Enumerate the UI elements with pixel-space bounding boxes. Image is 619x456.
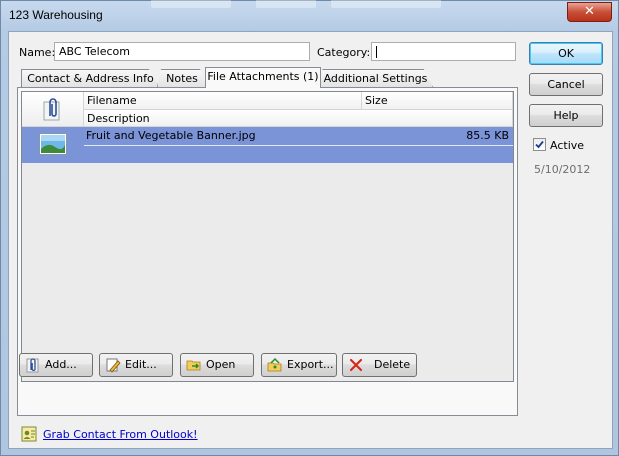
tab-contact-address[interactable]: Contact & Address Info: [21, 69, 160, 87]
open-button[interactable]: Open: [180, 353, 254, 377]
image-icon: [39, 133, 67, 155]
export-icon: [267, 357, 282, 372]
open-label: Open: [206, 358, 236, 371]
open-folder-icon: [186, 360, 201, 371]
size-cell: 85.5 KB: [466, 129, 509, 142]
add-label: Add...: [45, 358, 77, 371]
name-label: Name:: [19, 46, 56, 59]
export-label: Export...: [287, 358, 334, 371]
export-button[interactable]: Export...: [261, 353, 337, 377]
tab-notes[interactable]: Notes: [157, 69, 207, 87]
outlook-contact-icon[interactable]: [21, 426, 37, 442]
cancel-button[interactable]: Cancel: [529, 73, 603, 96]
edit-button[interactable]: Edit...: [99, 353, 173, 377]
text-cursor: [376, 46, 377, 58]
tab-additional-settings[interactable]: Additional Settings: [318, 69, 433, 87]
table-row[interactable]: Fruit and Vegetable Banner.jpg 85.5 KB: [22, 127, 513, 163]
tab-label: File Attachments (1): [207, 70, 319, 83]
background-blur: [331, 0, 441, 8]
attachment-header-cell: [22, 92, 84, 127]
close-icon: ✕: [584, 4, 595, 19]
close-button[interactable]: ✕: [567, 2, 612, 22]
paperclip-icon: [26, 358, 39, 373]
background-blur: [256, 0, 316, 8]
help-button[interactable]: Help: [529, 104, 603, 127]
category-label: Category:: [317, 46, 371, 59]
title-bar[interactable]: 123 Warehousing ✕: [1, 0, 618, 31]
add-button[interactable]: Add...: [19, 353, 93, 377]
column-header-filename[interactable]: Filename: [84, 92, 362, 110]
tab-file-attachments[interactable]: File Attachments (1): [205, 67, 321, 88]
attachments-grid[interactable]: Filename Size Description Fruit and Vege…: [21, 91, 514, 382]
date-label: 5/10/2012: [534, 163, 591, 176]
delete-icon: [349, 358, 363, 372]
dialog-window: 123 Warehousing ✕ Name: ABC Telecom Cate…: [0, 0, 619, 456]
row-divider: [84, 145, 513, 146]
delete-button[interactable]: Delete: [342, 353, 417, 377]
tab-label: Notes: [166, 72, 198, 85]
active-checkbox[interactable]: [533, 138, 546, 151]
filename-cell: Fruit and Vegetable Banner.jpg: [86, 129, 256, 142]
window-title: 123 Warehousing: [9, 8, 103, 22]
column-header-description[interactable]: Description: [84, 110, 513, 127]
category-input[interactable]: [371, 42, 516, 61]
tab-label: Additional Settings: [323, 72, 428, 85]
delete-label: Delete: [374, 358, 411, 371]
checkmark-icon: [535, 140, 544, 149]
ok-button[interactable]: OK: [529, 42, 603, 65]
dialog-body: Name: ABC Telecom Category: Contact & Ad…: [8, 31, 613, 449]
edit-icon: [106, 358, 121, 373]
background-blur: [151, 0, 231, 8]
grab-contact-link[interactable]: Grab Contact From Outlook!: [43, 428, 198, 441]
active-label[interactable]: Active: [550, 139, 584, 152]
edit-label: Edit...: [125, 358, 157, 371]
tab-label: Contact & Address Info: [27, 72, 154, 85]
paperclip-icon: [43, 98, 60, 121]
column-header-size[interactable]: Size: [362, 92, 513, 110]
name-input[interactable]: ABC Telecom: [54, 42, 310, 61]
